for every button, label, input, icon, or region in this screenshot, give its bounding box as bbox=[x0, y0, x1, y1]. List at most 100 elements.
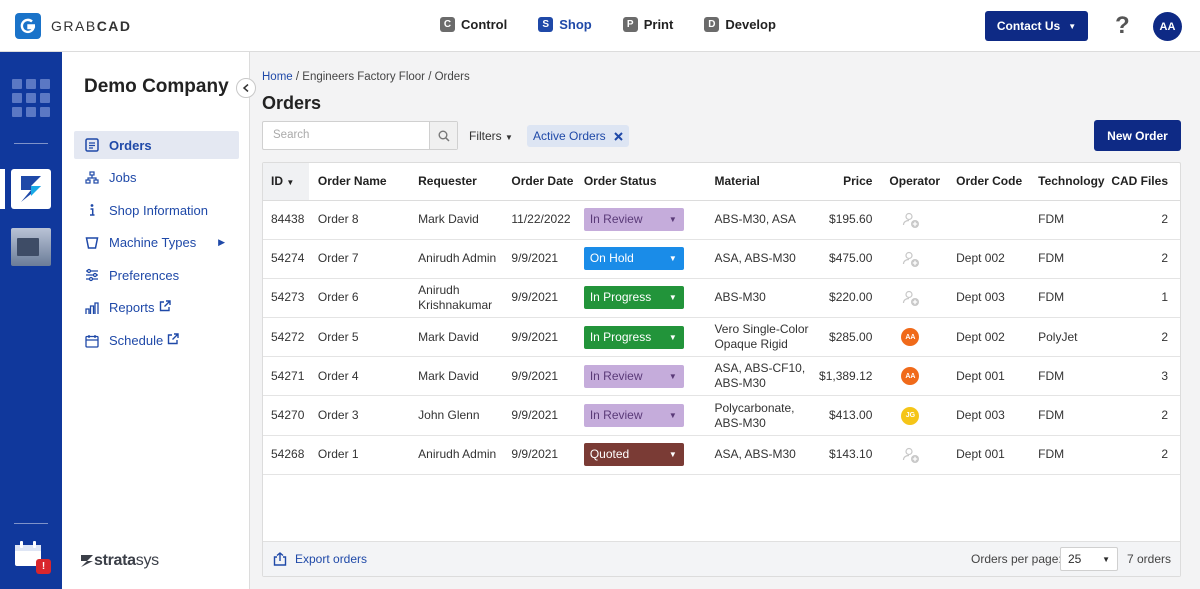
table-row[interactable]: 54268 Order 1 Anirudh Admin 9/9/2021 Quoted ▼… bbox=[263, 435, 1180, 475]
export-label: Export orders bbox=[295, 552, 368, 566]
cell-cad-files: 2 bbox=[1104, 395, 1180, 436]
col-header-order-date[interactable]: Order Date bbox=[511, 163, 584, 201]
cell-order-name: Order 8 bbox=[308, 200, 419, 240]
operator-avatar[interactable]: AA bbox=[901, 367, 920, 386]
reports-icon bbox=[84, 300, 100, 316]
cell-order-status: In Progress ▼ bbox=[583, 278, 698, 319]
user-avatar[interactable]: AA bbox=[1153, 12, 1182, 41]
sidebar-item-jobs[interactable]: Jobs bbox=[74, 164, 239, 192]
nav-control[interactable]: C Control bbox=[440, 17, 507, 32]
search-input[interactable] bbox=[273, 129, 423, 141]
caret-down-icon: ▼ bbox=[505, 133, 513, 142]
table-row[interactable]: 54272 Order 5 Mark David 9/9/2021 In Progres… bbox=[263, 317, 1180, 358]
table-row[interactable]: 54271 Order 4 Mark David 9/9/2021 In Review ▼… bbox=[263, 356, 1180, 397]
sidebar-item-shop-information[interactable]: Shop Information bbox=[74, 196, 239, 224]
sidebar-item-preferences[interactable]: Preferences bbox=[74, 261, 239, 289]
external-link-icon bbox=[167, 333, 179, 348]
sidebar-item-label: Orders bbox=[109, 137, 152, 153]
col-header-order-code[interactable]: Order Code bbox=[940, 163, 1023, 201]
cell-material: ASA, ABS-M30 bbox=[697, 435, 814, 475]
apps-grid-icon[interactable] bbox=[12, 79, 50, 117]
search-button[interactable] bbox=[429, 122, 457, 149]
new-order-button[interactable]: New Order bbox=[1094, 120, 1181, 151]
operator-avatar[interactable]: JG bbox=[901, 406, 920, 425]
nav-shop[interactable]: S Shop bbox=[538, 17, 592, 32]
page-title: Orders bbox=[262, 93, 322, 113]
assign-operator-icon[interactable] bbox=[901, 288, 921, 308]
close-icon[interactable] bbox=[613, 131, 623, 141]
stratasys-logo: strata sys bbox=[80, 552, 159, 570]
col-header-material[interactable]: Material bbox=[697, 163, 814, 201]
nav-develop[interactable]: D Develop bbox=[704, 17, 776, 32]
cell-cad-files: 2 bbox=[1104, 239, 1180, 279]
help-icon[interactable]: ? bbox=[1115, 12, 1130, 40]
cell-id: 54272 bbox=[263, 317, 309, 358]
col-header-price[interactable]: Price bbox=[813, 163, 873, 201]
order-status-dropdown[interactable]: On Hold ▼ bbox=[583, 247, 684, 271]
cell-order-date: 9/9/2021 bbox=[511, 435, 584, 475]
cell-order-name: Order 5 bbox=[308, 317, 419, 358]
cell-order-code: Dept 003 bbox=[940, 395, 1023, 436]
cell-requester: Mark David bbox=[418, 200, 512, 240]
col-header-order-status[interactable]: Order Status bbox=[583, 163, 698, 201]
cell-material: ABS-M30, ASA bbox=[697, 200, 814, 240]
shop-app-icon[interactable] bbox=[11, 169, 51, 209]
col-header-order-name[interactable]: Order Name bbox=[308, 163, 419, 201]
table-row[interactable]: 54274 Order 7 Anirudh Admin 9/9/2021 On Hold… bbox=[263, 239, 1180, 279]
cell-order-status: In Progress ▼ bbox=[583, 317, 698, 358]
orders-per-page-label: Orders per page: bbox=[971, 552, 1062, 566]
table-row[interactable]: 54270 Order 3 John Glenn 9/9/2021 In Review ▼… bbox=[263, 395, 1180, 436]
col-header-cad-files[interactable]: CAD Files bbox=[1104, 163, 1180, 201]
grabcad-logo[interactable]: GRABCAD bbox=[15, 13, 132, 39]
assign-operator-icon[interactable] bbox=[901, 249, 921, 269]
grabcad-logo-icon bbox=[15, 13, 41, 39]
shop-icon: S bbox=[538, 17, 554, 32]
col-header-requester[interactable]: Requester bbox=[418, 163, 512, 201]
cell-order-status: On Hold ▼ bbox=[583, 239, 698, 279]
printer-thumbnail-icon[interactable] bbox=[11, 228, 51, 266]
filters-dropdown[interactable]: Filters ▼ bbox=[469, 129, 513, 143]
col-header-technology[interactable]: Technology bbox=[1022, 163, 1105, 201]
caret-down-icon: ▼ bbox=[668, 332, 677, 342]
orders-per-page-select[interactable]: 25 ▼ bbox=[1060, 547, 1118, 571]
breadcrumb-current: Orders bbox=[434, 71, 470, 83]
col-header-id[interactable]: ID ▼ bbox=[263, 163, 309, 201]
order-status-dropdown[interactable]: Quoted ▼ bbox=[583, 443, 684, 467]
table-row[interactable]: 54273 Order 6 Anirudh Krishnakumar 9/9/2021… bbox=[263, 278, 1180, 319]
operator-avatar[interactable]: AA bbox=[901, 328, 920, 347]
assign-operator-icon[interactable] bbox=[901, 445, 921, 465]
machine-icon bbox=[84, 235, 100, 251]
cell-cad-files: 2 bbox=[1104, 200, 1180, 240]
chevron-down-icon: ▼ bbox=[1068, 21, 1077, 31]
cell-order-code: Dept 001 bbox=[940, 356, 1023, 397]
contact-us-button[interactable]: Contact Us ▼ bbox=[985, 11, 1088, 41]
collapse-sidebar-button[interactable] bbox=[236, 78, 256, 98]
cell-technology: FDM bbox=[1022, 200, 1105, 240]
order-status-dropdown[interactable]: In Review ▼ bbox=[583, 364, 684, 388]
chevron-left-icon bbox=[242, 84, 249, 92]
col-header-operator[interactable]: Operator bbox=[872, 163, 941, 201]
cell-order-name: Order 4 bbox=[308, 356, 419, 397]
order-status-dropdown[interactable]: In Progress ▼ bbox=[583, 325, 684, 349]
sidebar-item-machine-types[interactable]: Machine Types ▶ bbox=[74, 229, 239, 257]
control-icon: C bbox=[440, 17, 455, 32]
table-row[interactable]: 84438 Order 8 Mark David 11/22/2022 In Revie… bbox=[263, 200, 1180, 240]
cell-order-date: 11/22/2022 bbox=[511, 200, 584, 240]
order-status-dropdown[interactable]: In Progress ▼ bbox=[583, 286, 684, 310]
cell-cad-files: 2 bbox=[1104, 317, 1180, 358]
sidebar-item-reports[interactable]: Reports bbox=[74, 294, 239, 322]
sidebar-item-orders[interactable]: Orders bbox=[74, 131, 239, 159]
orders-table: ID ▼ Order Name Requester Order Date Ord… bbox=[263, 163, 1180, 475]
export-orders-link[interactable]: Export orders bbox=[273, 552, 367, 566]
sidebar-item-schedule[interactable]: Schedule bbox=[74, 327, 239, 355]
order-status-dropdown[interactable]: In Review ▼ bbox=[583, 208, 684, 232]
cell-technology: FDM bbox=[1022, 356, 1105, 397]
caret-down-icon: ▼ bbox=[668, 371, 677, 381]
cell-requester: Anirudh Admin bbox=[418, 435, 512, 475]
assign-operator-icon[interactable] bbox=[901, 210, 921, 230]
breadcrumb-home[interactable]: Home bbox=[262, 71, 293, 83]
nav-print[interactable]: P Print bbox=[622, 17, 673, 32]
order-status-dropdown[interactable]: In Review ▼ bbox=[583, 404, 684, 428]
status-label: On Hold bbox=[589, 251, 634, 266]
external-link-icon bbox=[159, 300, 171, 315]
